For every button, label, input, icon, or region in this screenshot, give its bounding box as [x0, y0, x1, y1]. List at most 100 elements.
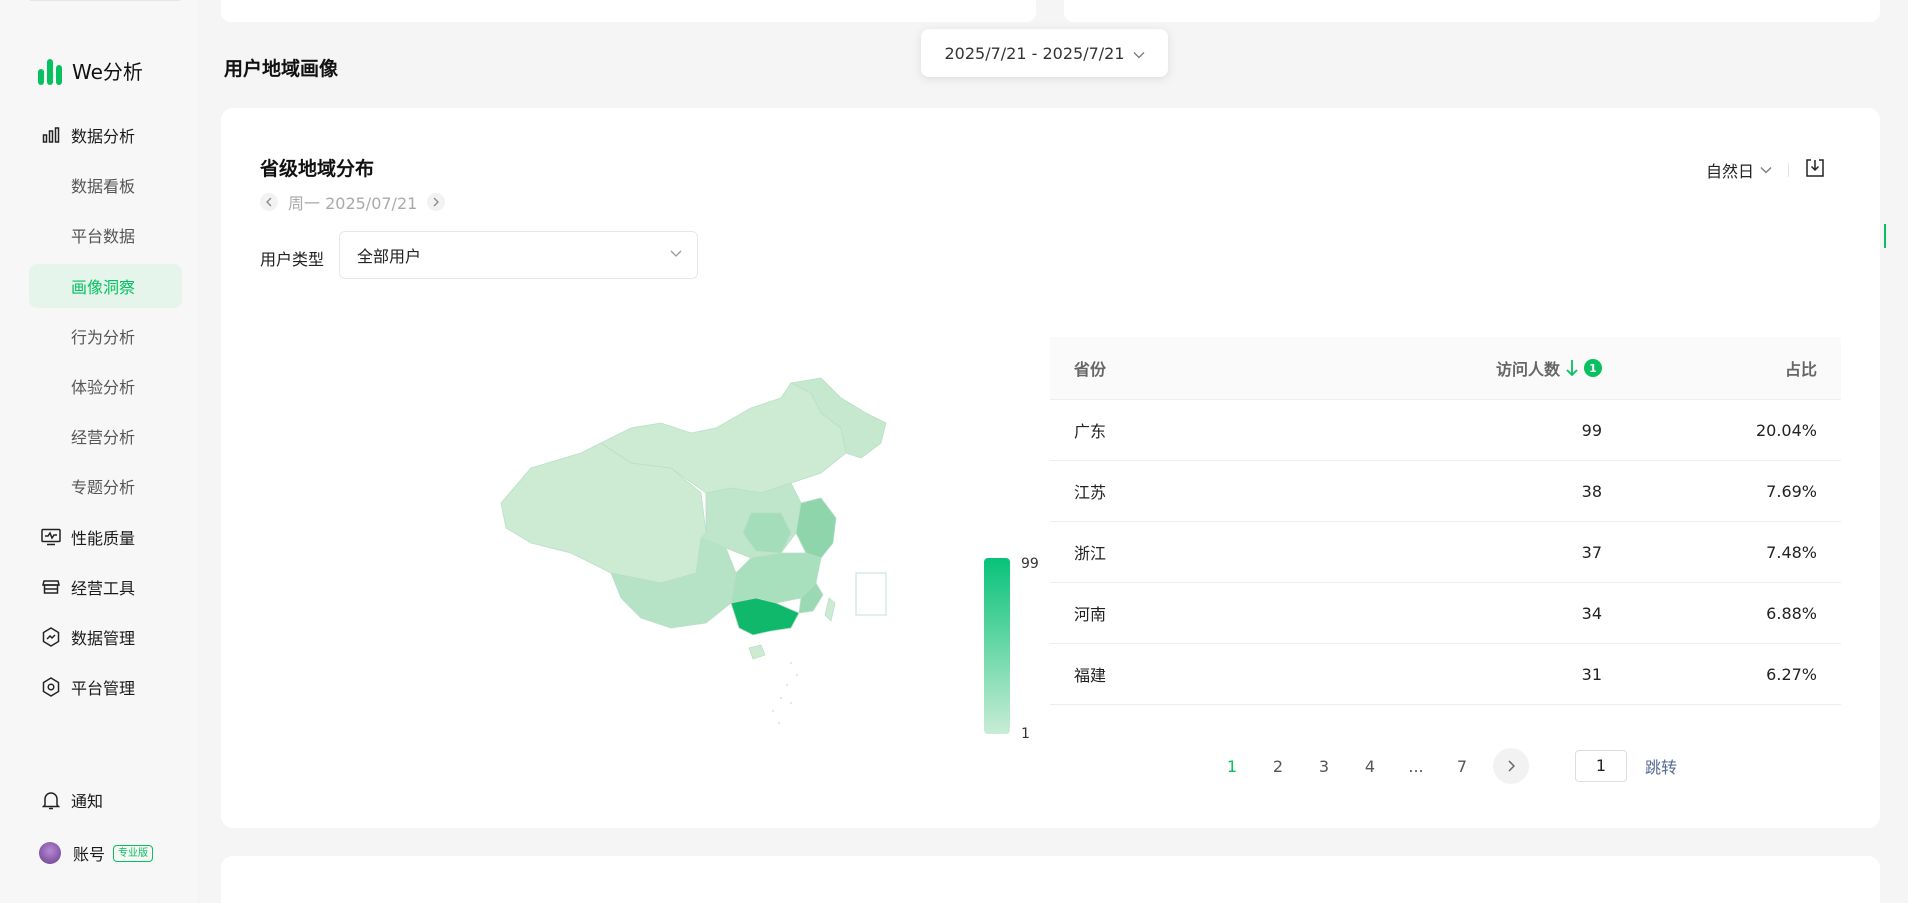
next-page-button[interactable]	[1493, 748, 1529, 784]
hexagon-chart-icon	[41, 627, 61, 647]
divider	[30, 0, 180, 1]
south-sea-inset	[855, 572, 887, 616]
user-type-label: 用户类型	[260, 250, 325, 269]
store-icon	[41, 577, 61, 597]
page-jump-input[interactable]: 1	[1575, 750, 1627, 782]
chevron-right-icon	[1508, 760, 1515, 772]
sidebar-item-behavior-analysis[interactable]: 行为分析	[29, 314, 182, 358]
sidebar-item-topic-analysis[interactable]: 专题分析	[29, 464, 182, 508]
next-date-button[interactable]	[427, 193, 446, 211]
cell-ratio: 7.48%	[1766, 542, 1817, 562]
south-sea-islands	[771, 661, 799, 725]
table-row: 江苏 38 7.69%	[1050, 461, 1841, 522]
card-toolbar: 自然日	[1706, 158, 1825, 182]
cell-visitors: 31	[1581, 664, 1602, 684]
cell-visitors: 99	[1581, 420, 1602, 440]
monitor-pulse-icon	[41, 527, 61, 547]
page-button-7[interactable]: 7	[1439, 757, 1485, 776]
column-header-visitors[interactable]: 访问人数 1	[1450, 356, 1602, 380]
map-region-hainan[interactable]	[748, 644, 766, 660]
sidebar-item-business-tools[interactable]: 经营工具	[29, 565, 182, 609]
cell-province: 广东	[1074, 422, 1107, 441]
cell-visitors: 37	[1581, 542, 1602, 562]
we-logo-icon	[38, 57, 64, 85]
province-table: 省份 访问人数 1 占比 广东 99 20.04% 江苏 38 7.69% 浙江…	[1050, 337, 1841, 705]
download-button[interactable]	[1805, 158, 1825, 182]
sidebar-item-data-analysis[interactable]: 数据分析	[29, 113, 182, 157]
table-row: 浙江 37 7.48%	[1050, 522, 1841, 583]
cell-ratio: 6.88%	[1766, 603, 1817, 623]
notifications-label: 通知	[71, 792, 104, 811]
sidebar-item-data-management[interactable]: 数据管理	[29, 615, 182, 659]
cell-province: 福建	[1074, 666, 1107, 685]
sidebar-item-label: 专题分析	[71, 478, 136, 498]
cell-ratio: 20.04%	[1755, 420, 1817, 440]
app-name: We分析	[72, 60, 143, 84]
date-navigator: 周一 2025/07/21	[260, 190, 446, 214]
map-region-taiwan[interactable]	[824, 597, 836, 622]
sidebar-item-label: 数据看板	[71, 177, 136, 197]
chevron-left-icon	[266, 197, 272, 207]
page-ellipsis[interactable]: ...	[1393, 757, 1439, 776]
app-logo[interactable]: We分析	[38, 56, 143, 85]
page-button-1[interactable]: 1	[1209, 757, 1255, 776]
table-row: 河南 34 6.88%	[1050, 583, 1841, 644]
cell-province: 河南	[1074, 605, 1107, 624]
column-header-ratio: 占比	[1784, 360, 1817, 379]
sidebar-item-experience-analysis[interactable]: 体验分析	[29, 364, 182, 408]
previous-card-left	[221, 0, 1036, 22]
sidebar-item-label: 体验分析	[71, 377, 136, 397]
province-distribution-card: 省级地域分布 周一 2025/07/21 自然日 用户类型 全部用户 99 1 …	[221, 108, 1880, 828]
period-select[interactable]: 自然日	[1706, 158, 1772, 182]
pro-badge: 专业版	[113, 844, 154, 862]
sidebar-item-platform-management[interactable]: 平台管理	[29, 665, 182, 709]
page-jump-button[interactable]: 跳转	[1645, 754, 1677, 778]
cell-province: 浙江	[1074, 544, 1107, 563]
cell-ratio: 6.27%	[1766, 664, 1817, 684]
map-region-jiangsu-zhejiang[interactable]	[795, 497, 837, 559]
table-header: 省份 访问人数 1 占比	[1050, 337, 1841, 400]
previous-card-right	[1064, 0, 1880, 22]
sidebar-item-performance[interactable]: 性能质量	[29, 515, 182, 559]
sidebar-item-label: 数据分析	[71, 127, 136, 146]
sidebar-item-label: 平台管理	[71, 679, 136, 699]
bell-icon	[41, 790, 61, 810]
page-button-4[interactable]: 4	[1347, 757, 1393, 776]
table-row: 广东 99 20.04%	[1050, 400, 1841, 461]
sidebar-item-portrait-insight[interactable]: 画像洞察	[29, 263, 182, 308]
sidebar-item-platform-data[interactable]: 平台数据	[29, 213, 182, 257]
sidebar-item-business-analysis[interactable]: 经营分析	[29, 414, 182, 458]
chevron-down-icon	[1133, 44, 1145, 63]
page-button-2[interactable]: 2	[1255, 757, 1301, 776]
sidebar-item-label: 画像洞察	[71, 277, 136, 297]
section-title: 用户地域画像	[224, 58, 339, 80]
account-button[interactable]: 账号 专业版	[29, 831, 182, 875]
cell-province: 江苏	[1074, 483, 1107, 502]
avatar	[39, 842, 61, 864]
sort-descending-icon[interactable]	[1566, 359, 1578, 377]
user-type-value: 全部用户	[357, 247, 422, 266]
sidebar-item-label: 平台数据	[71, 227, 136, 247]
legend-gradient-bar[interactable]	[984, 558, 1010, 734]
sidebar-item-dashboard[interactable]: 数据看板	[29, 163, 182, 207]
china-map[interactable]	[491, 373, 1041, 753]
user-type-select[interactable]: 全部用户	[339, 231, 698, 279]
column-header-province: 省份	[1074, 360, 1107, 379]
date-range-value: 2025/7/21 - 2025/7/21	[944, 43, 1125, 63]
legend-min-label: 1	[1021, 726, 1030, 742]
visual-map-legend[interactable]: 99 1	[984, 556, 1054, 748]
page-button-3[interactable]: 3	[1301, 757, 1347, 776]
bar-chart-icon	[41, 125, 61, 145]
sidebar-nav: 数据分析 数据看板 平台数据 画像洞察 行为分析 体验分析 经营分析 专题分析 …	[29, 113, 182, 715]
sidebar-item-label: 经营分析	[71, 428, 136, 448]
sidebar-item-label: 性能质量	[71, 528, 136, 548]
scroll-indicator[interactable]	[1884, 224, 1886, 248]
period-select-value: 自然日	[1705, 162, 1754, 181]
sidebar-item-label: 行为分析	[71, 327, 136, 347]
next-card	[221, 856, 1880, 903]
notifications-button[interactable]: 通知	[29, 778, 182, 822]
chevron-down-icon	[1760, 167, 1772, 174]
date-range-picker[interactable]: 2025/7/21 - 2025/7/21	[921, 29, 1168, 77]
map-region-guangdong[interactable]	[730, 597, 800, 636]
prev-date-button[interactable]	[260, 193, 278, 211]
